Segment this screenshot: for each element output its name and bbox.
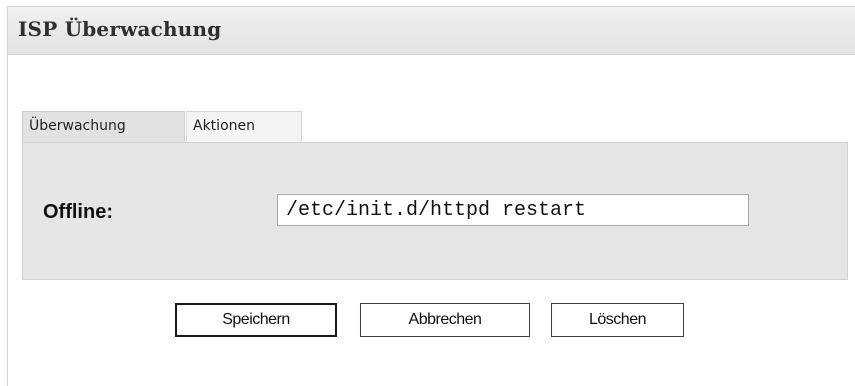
offline-label: Offline: [43, 201, 113, 223]
panel-header: ISP Überwachung [8, 7, 855, 55]
offline-command-input[interactable] [277, 194, 749, 226]
panel-title: ISP Überwachung [18, 17, 222, 41]
tab-aktionen[interactable]: Aktionen [186, 111, 302, 142]
save-button[interactable]: Speichern [175, 303, 337, 337]
tab-ueberwachung[interactable]: Überwachung [22, 111, 185, 143]
delete-button[interactable]: Löschen [551, 303, 684, 337]
tab-content-ueberwachung: Offline: [22, 142, 848, 280]
cancel-button[interactable]: Abbrechen [360, 303, 530, 337]
